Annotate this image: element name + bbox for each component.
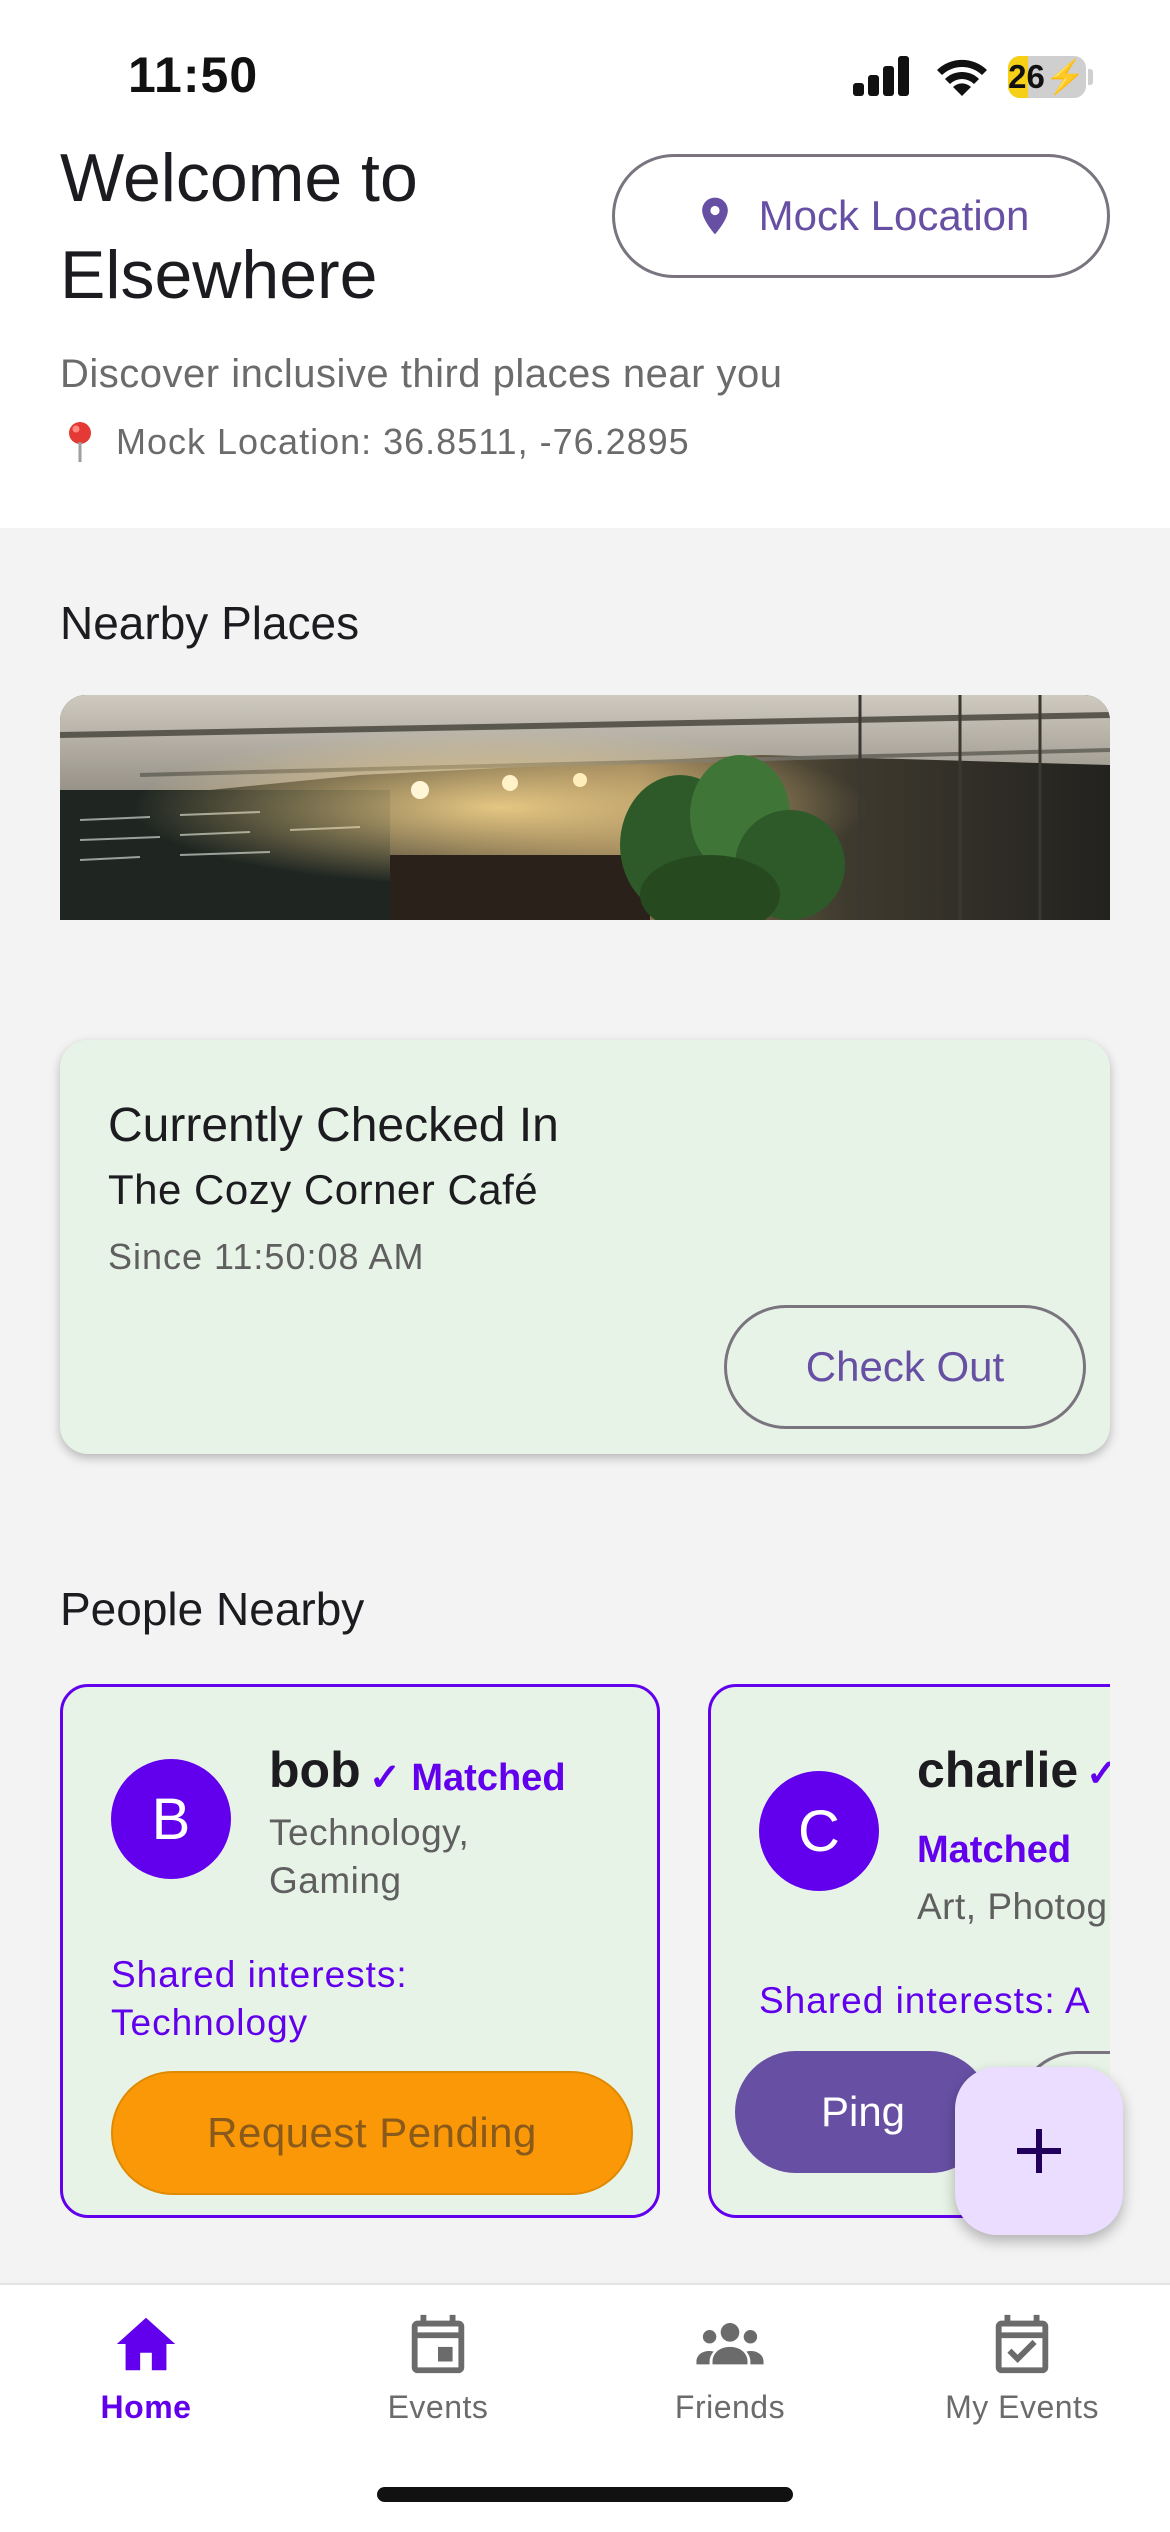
signal-icon (853, 56, 911, 96)
page-title: Welcome to Elsewhere (60, 140, 418, 313)
checked-in-place: The Cozy Corner Café (108, 1166, 539, 1213)
location-pin-icon (701, 197, 728, 235)
mock-location-button[interactable]: Mock Location (612, 154, 1110, 278)
nearby-places-title: Nearby Places (60, 597, 360, 649)
nav-home[interactable]: Home (0, 2309, 292, 2459)
pushpin-icon (69, 422, 91, 462)
nav-events[interactable]: Events (292, 2309, 584, 2459)
coordinates-row: Mock Location: 36.8511, -76.2895 (60, 420, 690, 464)
nav-my-events[interactable]: My Events (876, 2309, 1168, 2459)
ping-button[interactable]: Ping (735, 2051, 991, 2173)
person-interests: Technology, Gaming (269, 1812, 470, 1901)
nav-home-label: Home (100, 2389, 192, 2425)
calendar-check-icon (995, 2314, 1049, 2374)
mock-location-label: Mock Location (758, 192, 1030, 239)
nav-friends[interactable]: Friends (584, 2309, 876, 2459)
avatar: B (111, 1759, 231, 1879)
battery-tip (1088, 69, 1093, 85)
check-out-button[interactable]: Check Out (724, 1305, 1086, 1429)
add-fab-button[interactable] (955, 2067, 1123, 2235)
group-icon (696, 2323, 764, 2365)
status-time: 11:50 (128, 47, 259, 103)
shared-interests: Shared interests: A (759, 1980, 1091, 2021)
home-indicator[interactable] (377, 2487, 793, 2502)
coordinates-text: Mock Location: 36.8511, -76.2895 (116, 421, 690, 462)
page-header: Welcome to Elsewhere Mock Location Disco… (0, 120, 1170, 528)
person-name: charlie (917, 1742, 1079, 1798)
page-subtitle: Discover inclusive third places near you (60, 352, 783, 396)
request-pending-button[interactable]: Request Pending (111, 2071, 633, 2195)
shared-interests: Shared interests: Technology (111, 1954, 408, 2043)
checked-in-card: Currently Checked In The Cozy Corner Caf… (60, 1040, 1110, 1454)
avatar: C (759, 1771, 879, 1891)
person-name: bob (269, 1742, 361, 1798)
checked-in-since: Since 11:50:08 AM (108, 1236, 425, 1277)
battery-icon: 26⚡ (1008, 56, 1086, 98)
nav-events-label: Events (387, 2389, 489, 2425)
home-icon (116, 2317, 176, 2371)
nav-my-events-label: My Events (945, 2389, 1099, 2425)
matched-badge: ✓ Matched (369, 1757, 566, 1799)
nav-friends-label: Friends (674, 2389, 786, 2425)
matched-badge: Matched (917, 1829, 1072, 1871)
cafe-interior-image (60, 695, 1110, 920)
person-interests: Art, Photog (917, 1886, 1108, 1927)
people-nearby-title: People Nearby (60, 1583, 365, 1635)
calendar-icon (411, 2314, 465, 2374)
battery-level: 26 (1008, 58, 1045, 95)
person-card-bob[interactable]: B bob ✓ Matched Technology, Gaming Share… (60, 1684, 660, 2218)
checked-in-title: Currently Checked In (108, 1099, 559, 1152)
status-bar: 11:50 26⚡ (0, 0, 1170, 140)
people-nearby-list[interactable]: B bob ✓ Matched Technology, Gaming Share… (60, 1680, 1110, 2225)
plus-icon (1017, 2129, 1061, 2173)
wifi-icon (937, 59, 987, 96)
place-photo[interactable] (60, 695, 1110, 920)
check-icon: ✓ (1086, 1753, 1110, 1795)
